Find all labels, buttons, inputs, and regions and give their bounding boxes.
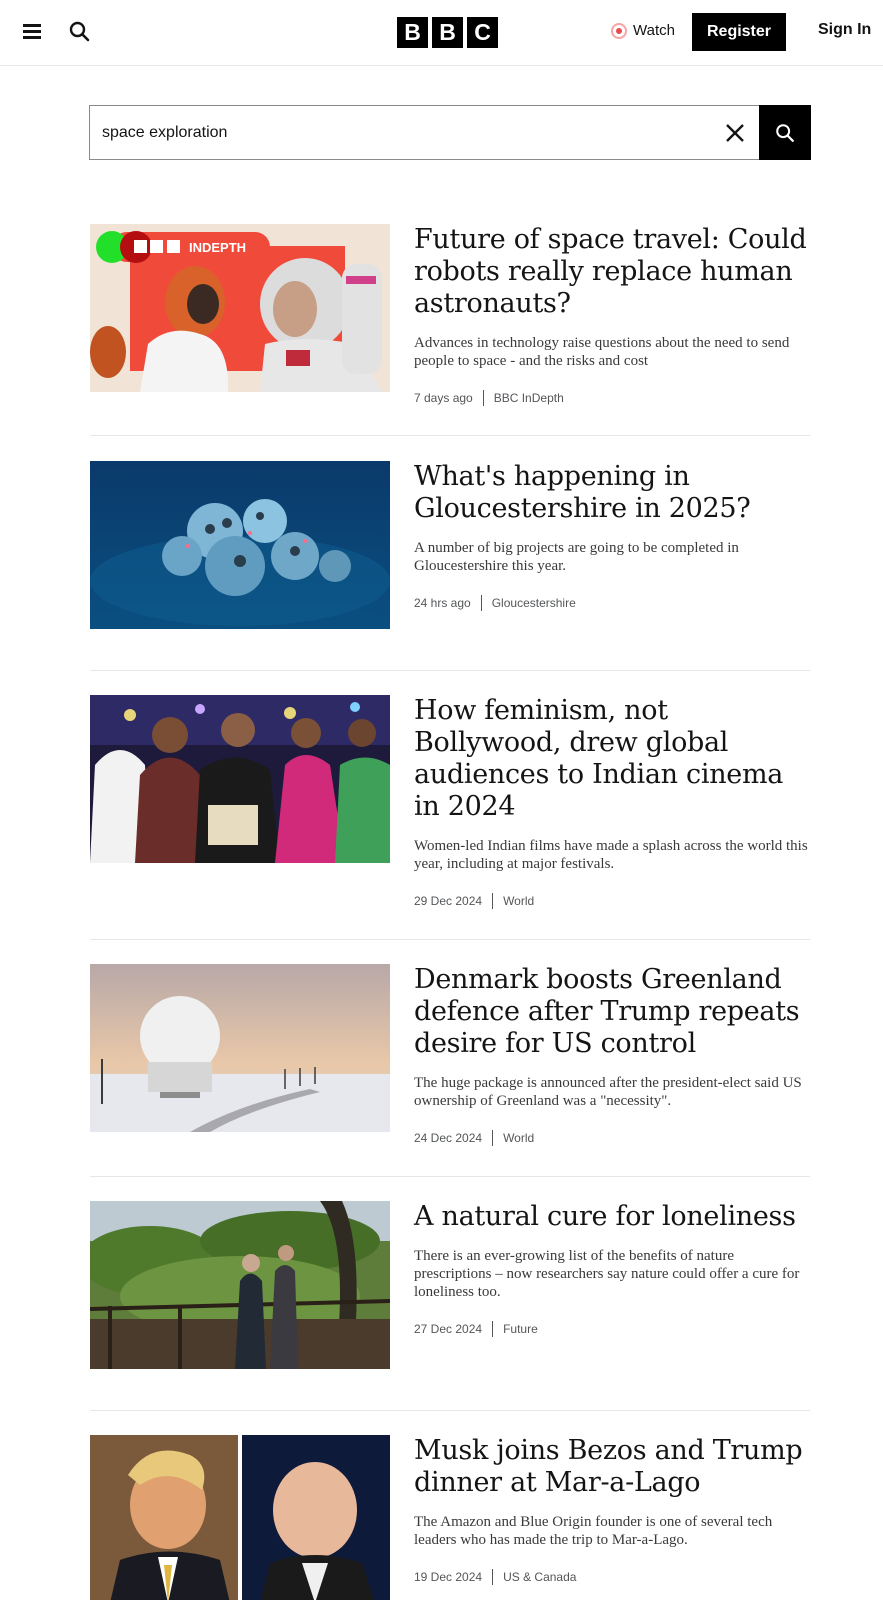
search-icon[interactable] bbox=[68, 20, 92, 44]
site-header: B B C Watch Register Sign In bbox=[0, 0, 883, 66]
bbc-logo[interactable]: B B C bbox=[397, 17, 498, 48]
result-meta: 19 Dec 2024 US & Canada bbox=[414, 1569, 810, 1585]
result-headline[interactable]: Denmark boosts Greenland defence after T… bbox=[414, 964, 810, 1060]
sign-in-link[interactable]: Sign In bbox=[818, 21, 871, 39]
result-meta: 24 Dec 2024 World bbox=[414, 1130, 810, 1146]
result-summary: The Amazon and Blue Origin founder is on… bbox=[414, 1514, 773, 1548]
result-timestamp: 29 Dec 2024 bbox=[414, 894, 483, 908]
result-headline[interactable]: A natural cure for loneliness bbox=[414, 1201, 810, 1233]
result-timestamp: 24 Dec 2024 bbox=[414, 1131, 483, 1145]
result-headline[interactable]: Musk joins Bezos and Trump dinner at Mar… bbox=[414, 1435, 810, 1499]
meta-divider bbox=[480, 595, 482, 611]
result-summary: There is an ever-growing list of the ben… bbox=[414, 1248, 800, 1300]
logo-letter: B bbox=[432, 17, 463, 48]
result-thumbnail[interactable] bbox=[90, 1435, 390, 1600]
result-topic-link[interactable]: Gloucestershire bbox=[492, 596, 576, 610]
clear-search-icon[interactable] bbox=[723, 121, 747, 145]
result-thumbnail[interactable] bbox=[90, 461, 390, 629]
result-topic-link[interactable]: World bbox=[503, 894, 534, 908]
result-topic-link[interactable]: Future bbox=[503, 1322, 538, 1336]
result-meta: 7 days ago BBC InDepth bbox=[414, 390, 810, 406]
result-meta: 27 Dec 2024 Future bbox=[414, 1321, 810, 1337]
result-timestamp: 19 Dec 2024 bbox=[414, 1570, 483, 1584]
result-thumbnail[interactable] bbox=[90, 964, 390, 1132]
result-text: What's happening in Gloucestershire in 2… bbox=[414, 461, 810, 611]
result-headline[interactable]: What's happening in Gloucestershire in 2… bbox=[414, 461, 810, 525]
menu-icon[interactable] bbox=[21, 20, 43, 42]
result-timestamp: 7 days ago bbox=[414, 391, 473, 405]
result-text: Future of space travel: Could robots rea… bbox=[414, 224, 810, 406]
result-text: Denmark boosts Greenland defence after T… bbox=[414, 964, 810, 1146]
live-dot-icon bbox=[611, 22, 627, 39]
result-summary: Women-led Indian films have made a splas… bbox=[414, 838, 808, 872]
result-text: A natural cure for loneliness There is a… bbox=[414, 1201, 810, 1337]
result-headline[interactable]: How feminism, not Bollywood, drew global… bbox=[414, 695, 810, 823]
search-icon bbox=[776, 123, 794, 142]
result-divider bbox=[90, 1176, 810, 1177]
search-input-wrapper bbox=[89, 105, 759, 160]
meta-divider bbox=[482, 390, 484, 406]
result-summary: A number of big projects are going to be… bbox=[414, 540, 739, 574]
result-headline[interactable]: Future of space travel: Could robots rea… bbox=[414, 224, 810, 320]
result-thumbnail[interactable]: INDEPTH bbox=[90, 224, 390, 392]
result-divider bbox=[90, 670, 810, 671]
meta-divider bbox=[492, 1569, 494, 1585]
result-text: Musk joins Bezos and Trump dinner at Mar… bbox=[414, 1435, 810, 1585]
result-timestamp: 27 Dec 2024 bbox=[414, 1322, 483, 1336]
result-divider bbox=[90, 435, 810, 436]
result-summary: Advances in technology raise questions a… bbox=[414, 335, 790, 369]
result-timestamp: 24 hrs ago bbox=[414, 596, 471, 610]
indepth-badge: INDEPTH bbox=[189, 240, 247, 255]
search-input[interactable] bbox=[90, 106, 759, 159]
register-button[interactable]: Register bbox=[692, 13, 786, 51]
logo-letter: C bbox=[467, 17, 498, 48]
logo-letter: B bbox=[397, 17, 428, 48]
meta-divider bbox=[492, 1130, 494, 1146]
watch-label: Watch bbox=[633, 22, 675, 39]
search-bar bbox=[89, 105, 811, 160]
result-topic-link[interactable]: BBC InDepth bbox=[494, 391, 564, 405]
result-thumbnail[interactable] bbox=[90, 1201, 390, 1369]
result-summary: The huge package is announced after the … bbox=[414, 1075, 802, 1109]
search-submit-button[interactable] bbox=[759, 105, 811, 160]
result-divider bbox=[90, 939, 810, 940]
result-divider bbox=[90, 1410, 810, 1411]
result-thumbnail[interactable] bbox=[90, 695, 390, 863]
result-text: How feminism, not Bollywood, drew global… bbox=[414, 695, 810, 909]
result-topic-link[interactable]: World bbox=[503, 1131, 534, 1145]
result-meta: 29 Dec 2024 World bbox=[414, 893, 810, 909]
result-meta: 24 hrs ago Gloucestershire bbox=[414, 595, 810, 611]
watch-link[interactable]: Watch bbox=[611, 22, 675, 39]
meta-divider bbox=[492, 1321, 494, 1337]
result-topic-link[interactable]: US & Canada bbox=[503, 1570, 576, 1584]
meta-divider bbox=[492, 893, 494, 909]
